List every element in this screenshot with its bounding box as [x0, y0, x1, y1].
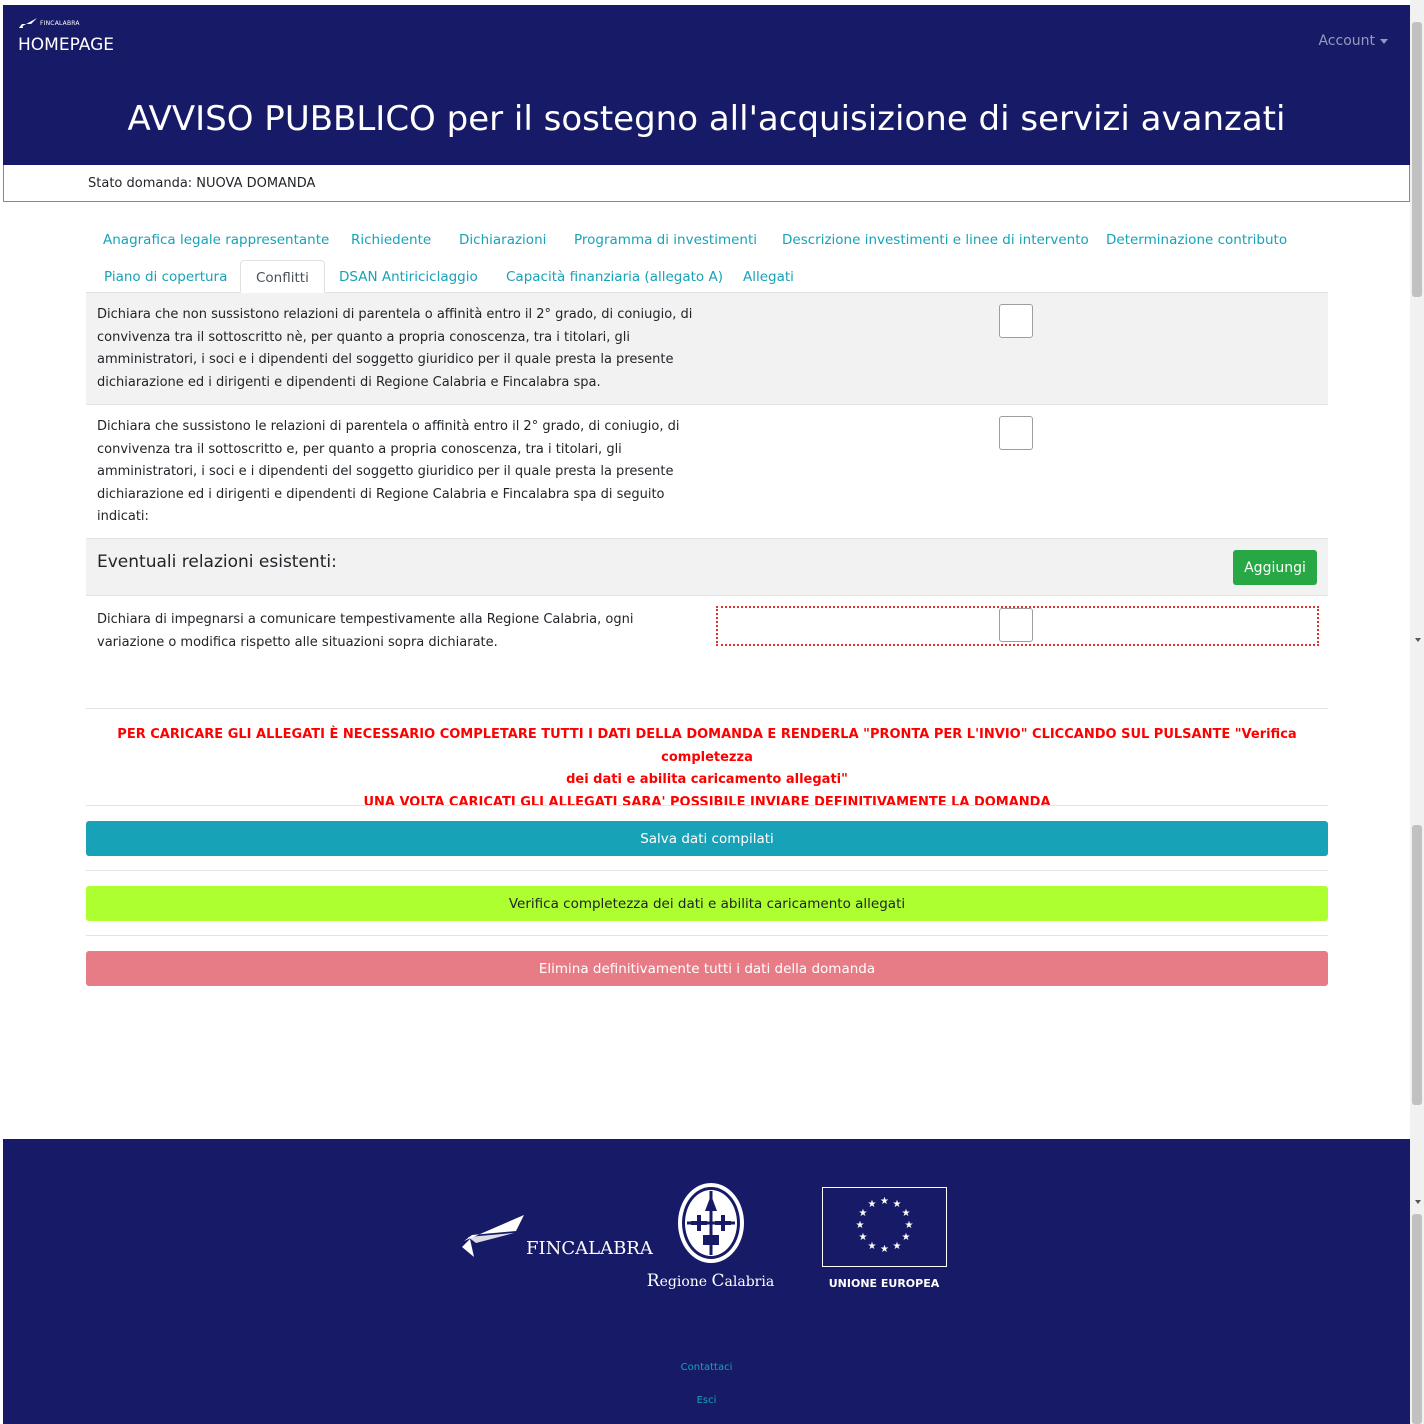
- scroll-down-arrow-icon[interactable]: [1415, 1200, 1421, 1204]
- eu-text: UNIONE EUROPEA: [828, 1277, 940, 1290]
- commitment-checkbox[interactable]: [999, 608, 1033, 642]
- declaration-row-no-relations: Dichiara che non sussistono relazioni di…: [86, 293, 1328, 404]
- account-label: Account: [1318, 33, 1375, 49]
- calabria-initial: C: [711, 1271, 725, 1291]
- existing-relations-section: Eventuali relazioni esistenti: Aggiungi: [86, 538, 1328, 596]
- page-scrollbar[interactable]: [1410, 0, 1424, 1424]
- page: FINCALABRA HOMEPAGE Account AVVISO PUBBL…: [3, 5, 1410, 1424]
- eu-stars-icon: ★ ★ ★ ★ ★ ★ ★ ★ ★ ★ ★ ★: [855, 1196, 913, 1255]
- fincalabra-wing-icon: [462, 1215, 524, 1257]
- tab-anagrafica[interactable]: Anagrafica legale rappresentante: [88, 223, 344, 261]
- fincalabra-text: FINCALABRA: [526, 1238, 653, 1259]
- svg-text:★: ★: [901, 1208, 910, 1219]
- declaration-line: dichiarazione ed i dirigenti e dipendent…: [97, 374, 601, 390]
- warning-line: dei dati e abilita caricamento allegati": [566, 772, 848, 787]
- svg-text:★: ★: [880, 1196, 889, 1207]
- declaration-line: dichiarazione ed i dirigenti e dipendent…: [97, 486, 665, 502]
- homepage-link[interactable]: HOMEPAGE: [18, 35, 114, 55]
- declaration-row-relations: Dichiara che sussistono le relazioni di …: [86, 405, 1328, 538]
- declaration-line: convivenza tra il sottoscritto nè, per q…: [97, 329, 631, 345]
- declaration-text: Dichiara di impegnarsi a comunicare temp…: [97, 609, 633, 654]
- tab-richiedente[interactable]: Richiedente: [336, 223, 446, 261]
- navbar: FINCALABRA HOMEPAGE Account AVVISO PUBBL…: [3, 5, 1410, 165]
- declaration-line: amministratori, i soci e i dipendenti de…: [97, 352, 674, 367]
- relations-checkbox[interactable]: [999, 416, 1033, 450]
- scrollbar-thumb-upper[interactable]: [1412, 22, 1422, 297]
- scrollbar-thumb-middle[interactable]: [1412, 825, 1422, 1105]
- regione-initial: R: [646, 1271, 660, 1291]
- section-divider: [86, 935, 1328, 936]
- fincalabra-logo: FINCALABRA: [18, 17, 114, 29]
- existing-relations-title: Eventuali relazioni esistenti:: [97, 552, 337, 572]
- verify-button[interactable]: Verifica completezza dei dati e abilita …: [86, 886, 1328, 921]
- svg-text:★: ★: [892, 1241, 901, 1252]
- calabria-word: alabria: [724, 1274, 775, 1290]
- regione-calabria-emblem-icon: [677, 1183, 744, 1263]
- status-text: Stato domanda: NUOVA DOMANDA: [88, 176, 316, 191]
- declaration-line: indicati:: [97, 509, 149, 524]
- tab-bar: Anagrafica legale rappresentante Richied…: [86, 218, 1328, 293]
- warning-line: PER CARICARE GLI ALLEGATI È NECESSARIO C…: [117, 727, 1297, 765]
- regione-calabria-text: Regione Calabria: [643, 1271, 778, 1291]
- brand-link[interactable]: FINCALABRA HOMEPAGE: [18, 17, 114, 55]
- account-dropdown[interactable]: Account: [1318, 33, 1388, 49]
- section-divider: [86, 805, 1328, 806]
- scrollbar-thumb-lower[interactable]: [1412, 1214, 1422, 1424]
- section-divider: [86, 708, 1328, 709]
- declaration-text: Dichiara che non sussistono relazioni di…: [97, 304, 692, 394]
- svg-text:★: ★: [867, 1199, 876, 1210]
- svg-text:★: ★: [904, 1220, 913, 1231]
- tab-conflitti[interactable]: Conflitti: [240, 260, 325, 293]
- section-divider: [86, 870, 1328, 871]
- save-button[interactable]: Salva dati compilati: [86, 821, 1328, 856]
- status-bar: Stato domanda: NUOVA DOMANDA: [3, 165, 1410, 202]
- svg-text:★: ★: [858, 1232, 867, 1243]
- declaration-line: convivenza tra il sottoscritto e, per qu…: [97, 441, 622, 457]
- fincalabra-footer-logo: FINCALABRA: [458, 1211, 653, 1259]
- regione-word: egione: [659, 1274, 712, 1290]
- svg-text:★: ★: [855, 1220, 864, 1231]
- scroll-down-arrow-icon[interactable]: [1415, 638, 1421, 642]
- svg-text:★: ★: [901, 1232, 910, 1243]
- add-relation-button[interactable]: Aggiungi: [1233, 550, 1317, 585]
- declaration-text: Dichiara che sussistono le relazioni di …: [97, 416, 680, 529]
- footer: FINCALABRA Regione Calabria ★ ★ ★ ★ ★ ★ …: [3, 1139, 1410, 1424]
- brand-small-text: FINCALABRA: [40, 19, 80, 27]
- svg-text:★: ★: [867, 1241, 876, 1252]
- regione-calabria-logo: Regione Calabria: [643, 1181, 778, 1291]
- tab-programma[interactable]: Programma di investimenti: [559, 223, 772, 261]
- exit-link[interactable]: Esci: [3, 1395, 1410, 1406]
- tab-descrizione[interactable]: Descrizione investimenti e linee di inte…: [767, 223, 1104, 261]
- page-title: AVVISO PUBBLICO per il sostegno all'acqu…: [127, 99, 1286, 139]
- delete-button[interactable]: Elimina definitivamente tutti i dati del…: [86, 951, 1328, 986]
- tab-dichiarazioni[interactable]: Dichiarazioni: [444, 223, 561, 261]
- svg-text:★: ★: [880, 1244, 889, 1255]
- contact-link[interactable]: Contattaci: [3, 1362, 1410, 1373]
- fincalabra-wing-icon: [19, 18, 37, 28]
- svg-text:★: ★: [858, 1208, 867, 1219]
- no-relations-checkbox[interactable]: [999, 304, 1033, 338]
- tab-determinazione[interactable]: Determinazione contributo: [1091, 223, 1302, 261]
- eu-logo: ★ ★ ★ ★ ★ ★ ★ ★ ★ ★ ★ ★ UNIONE EUROPEA: [819, 1187, 949, 1290]
- declaration-line: Dichiara che non sussistono relazioni di…: [97, 307, 693, 322]
- caret-down-icon: [1380, 38, 1388, 44]
- declaration-line: Dichiara che sussistono le relazioni di …: [97, 419, 680, 434]
- warning-line: UNA VOLTA CARICATI GLI ALLEGATI SARA' PO…: [363, 794, 1051, 810]
- declaration-line: Dichiara di impegnarsi a comunicare temp…: [97, 612, 634, 627]
- declaration-line: variazione o modifica rispetto alle situ…: [97, 634, 498, 650]
- svg-text:★: ★: [892, 1199, 901, 1210]
- declaration-line: amministratori, i soci e i dipendenti de…: [97, 464, 674, 479]
- attachments-warning: PER CARICARE GLI ALLEGATI È NECESSARIO C…: [86, 724, 1328, 814]
- eu-flag: ★ ★ ★ ★ ★ ★ ★ ★ ★ ★ ★ ★: [821, 1187, 947, 1267]
